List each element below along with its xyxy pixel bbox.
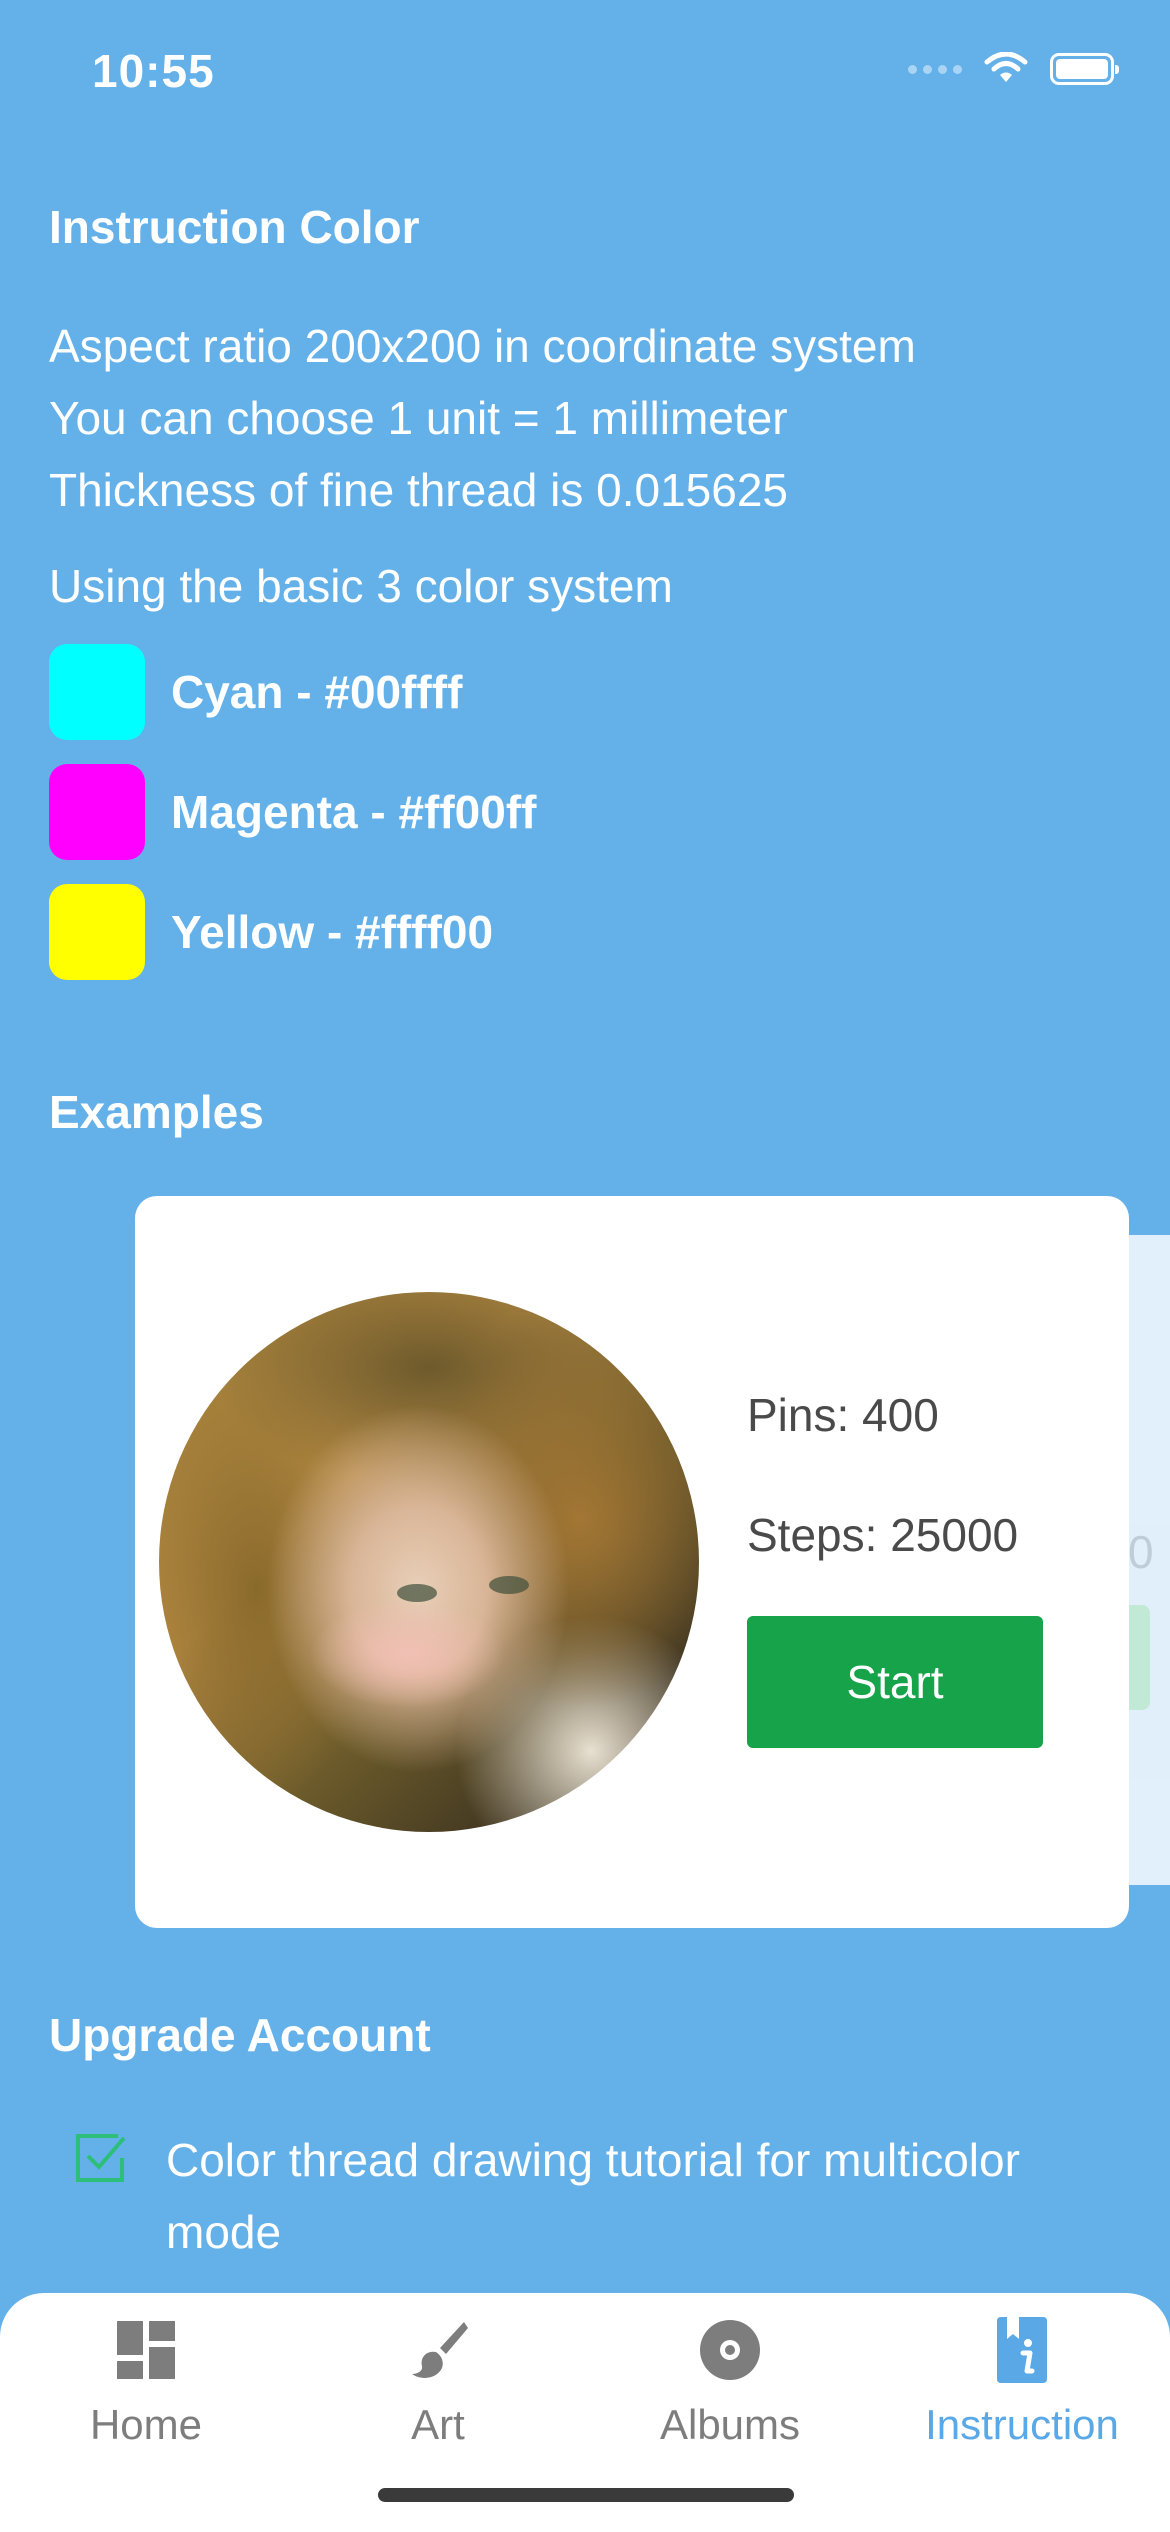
upgrade-feature-item: Color thread drawing tutorial for multic…	[72, 2124, 1106, 2268]
tab-instruction[interactable]: Instruction	[876, 2315, 1168, 2449]
upgrade-title: Upgrade Account	[49, 2009, 431, 2061]
color-row-cyan: Cyan - #00ffff	[49, 644, 462, 740]
info-book-icon	[997, 2317, 1047, 2383]
upgrade-feature-text: Color thread drawing tutorial for multic…	[166, 2134, 1020, 2258]
status-time: 10:55	[92, 45, 215, 97]
examples-title: Examples	[49, 1086, 264, 1138]
tab-instruction-label: Instruction	[925, 2401, 1119, 2448]
status-icons	[908, 52, 1119, 86]
magenta-label: Magenta - #ff00ff	[171, 786, 537, 838]
wifi-icon	[984, 52, 1028, 82]
brush-icon	[412, 2322, 468, 2378]
example-portrait-image	[159, 1292, 699, 1832]
disc-icon	[700, 2320, 760, 2380]
color-row-magenta: Magenta - #ff00ff	[49, 764, 536, 860]
yellow-label: Yellow - #ffff00	[171, 906, 494, 958]
pins-label: Pins: 400	[747, 1389, 939, 1441]
basic-color-line: Using the basic 3 color system	[49, 560, 673, 612]
tab-albums[interactable]: Albums	[584, 2315, 876, 2449]
dashboard-icon	[117, 2321, 175, 2379]
cyan-label: Cyan - #00ffff	[171, 666, 463, 718]
instruction-line-2: You can choose 1 unit = 1 millimeter	[49, 392, 788, 444]
battery-icon	[1050, 53, 1119, 85]
instruction-line-3: Thickness of fine thread is 0.015625	[49, 464, 789, 516]
tab-art-label: Art	[411, 2401, 465, 2448]
signal-icon	[908, 64, 962, 74]
home-indicator	[378, 2488, 794, 2502]
tab-art[interactable]: Art	[292, 2315, 584, 2449]
tab-home[interactable]: Home	[0, 2315, 292, 2449]
color-row-yellow: Yellow - #ffff00	[49, 884, 493, 980]
tab-albums-label: Albums	[659, 2401, 801, 2448]
instruction-title: Instruction Color	[49, 201, 420, 253]
checkbox-checked-icon	[76, 2134, 126, 2182]
next-card-text: 0	[1128, 1526, 1154, 1578]
start-button[interactable]: Start	[747, 1616, 1043, 1748]
cyan-swatch	[49, 644, 145, 740]
steps-label: Steps: 25000	[747, 1509, 1019, 1561]
instruction-line-1: Aspect ratio 200x200 in coordinate syste…	[49, 320, 916, 372]
example-card[interactable]: Pins: 400 Steps: 25000 Start	[135, 1196, 1129, 1928]
tab-home-label: Home	[89, 2401, 203, 2448]
magenta-swatch	[49, 764, 145, 860]
yellow-swatch	[49, 884, 145, 980]
